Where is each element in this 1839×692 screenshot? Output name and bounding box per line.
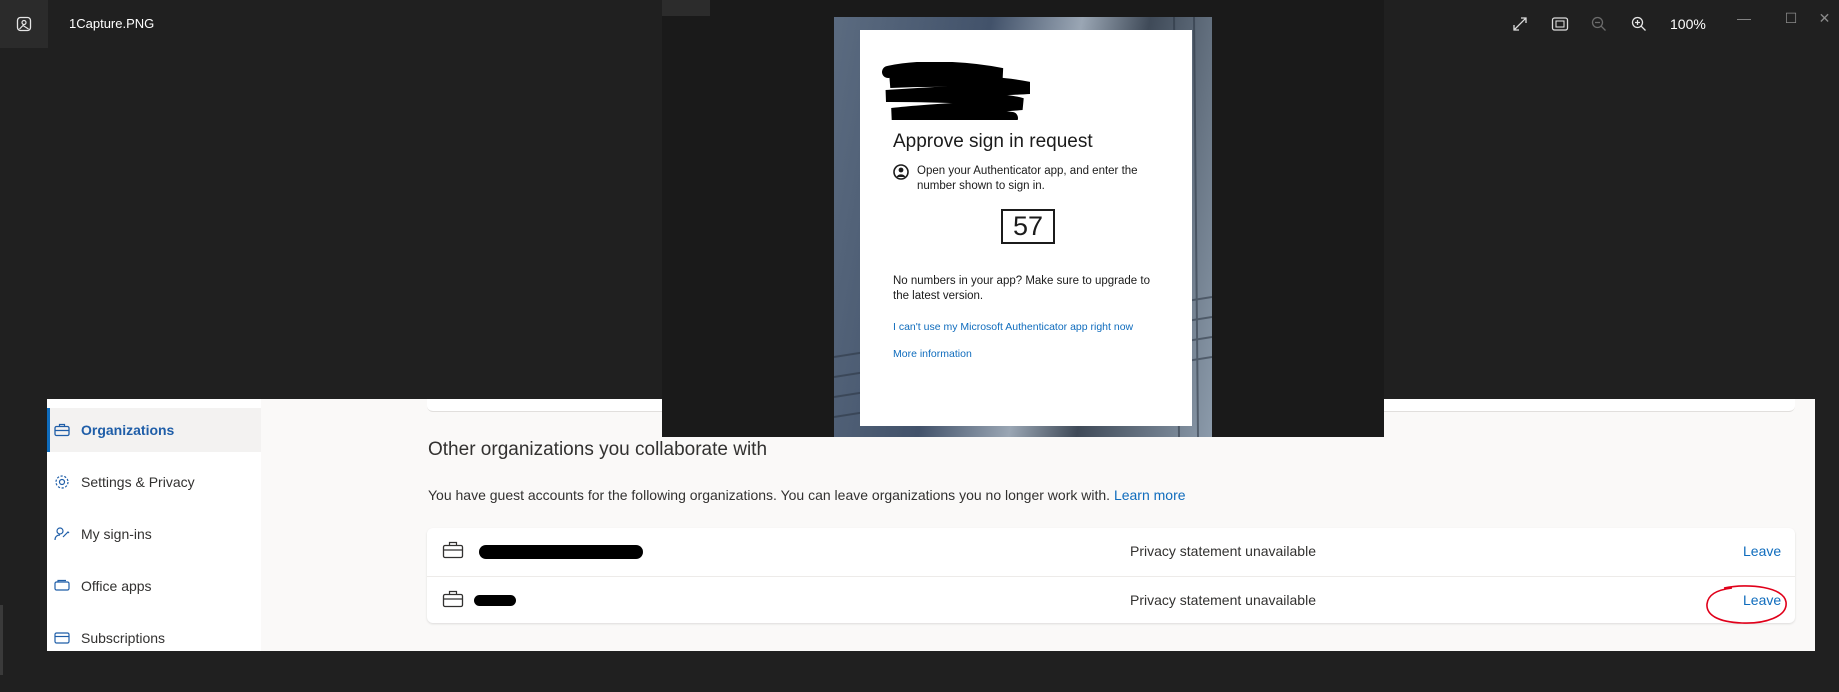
person-key-icon <box>53 525 71 543</box>
section-description: You have guest accounts for the followin… <box>428 487 1186 503</box>
photos-app-icon <box>0 0 48 48</box>
list-item: Privacy statement unavailable Leave <box>427 576 1795 624</box>
sidebar-item-subscriptions[interactable]: Subscriptions <box>47 616 261 660</box>
sidebar-item-label: Settings & Privacy <box>81 474 195 490</box>
sidebar-item-my-sign-ins[interactable]: My sign-ins <box>47 512 261 556</box>
organizations-list: Privacy statement unavailable Leave Priv… <box>427 528 1795 623</box>
card-icon <box>53 629 71 647</box>
close-button[interactable]: ✕ <box>1810 8 1839 28</box>
sidebar-item-label: Subscriptions <box>81 630 166 646</box>
zoom-level[interactable]: 100% <box>1670 16 1706 32</box>
minimize-button[interactable]: — <box>1729 8 1759 28</box>
expand-icon[interactable] <box>1508 12 1532 36</box>
redacted-org-name <box>479 545 643 559</box>
list-item: Privacy statement unavailable Leave <box>427 528 1795 575</box>
gear-icon <box>53 473 71 491</box>
sidebar-item-office-apps[interactable]: Office apps <box>47 564 261 608</box>
briefcase-icon <box>442 541 464 559</box>
office-apps-icon <box>53 577 71 595</box>
sidebar-item-settings-privacy[interactable]: Settings & Privacy <box>47 460 261 504</box>
authenticator-user-icon <box>893 164 909 180</box>
dialog-title: Approve sign in request <box>893 131 1093 152</box>
maximize-button[interactable]: ☐ <box>1776 8 1806 28</box>
dialog-instruction: Open your Authenticator app, and enter t… <box>917 165 1138 192</box>
sidebar-item-label: Organizations <box>81 422 175 438</box>
sidebar: Organizations Settings & Privacy My sign… <box>47 399 261 651</box>
learn-more-link[interactable]: Learn more <box>1114 487 1186 503</box>
privacy-statement: Privacy statement unavailable <box>1130 543 1316 559</box>
file-title: 1Capture.PNG <box>69 16 155 31</box>
left-edge-mark <box>0 605 3 675</box>
redacted-org-name <box>474 595 516 606</box>
upgrade-note: No numbers in your app? Make sure to upg… <box>893 275 1150 302</box>
briefcase-icon <box>442 590 464 608</box>
leave-link[interactable]: Leave <box>1743 543 1781 559</box>
description-text: You have guest accounts for the followin… <box>428 487 1111 503</box>
sidebar-item-label: My sign-ins <box>81 526 152 542</box>
privacy-statement: Privacy statement unavailable <box>1130 592 1316 608</box>
zoom-out-icon[interactable] <box>1587 12 1611 36</box>
more-information-link[interactable]: More information <box>893 348 972 360</box>
annotation-circle <box>1706 585 1787 624</box>
sidebar-item-organizations[interactable]: Organizations <box>47 408 261 452</box>
briefcase-icon <box>53 421 71 439</box>
login-window-tab <box>662 0 710 16</box>
zoom-in-icon[interactable] <box>1627 12 1651 36</box>
cant-use-authenticator-link[interactable]: I can't use my Microsoft Authenticator a… <box>893 321 1133 333</box>
section-title: Other organizations you collaborate with <box>428 439 768 460</box>
fit-to-window-icon[interactable] <box>1548 12 1572 36</box>
verification-number: 57 <box>1001 209 1055 244</box>
sidebar-item-label: Office apps <box>81 578 152 594</box>
sign-in-dialog: Approve sign in request Open your Authen… <box>860 30 1192 426</box>
redacted-logo <box>882 62 1030 120</box>
